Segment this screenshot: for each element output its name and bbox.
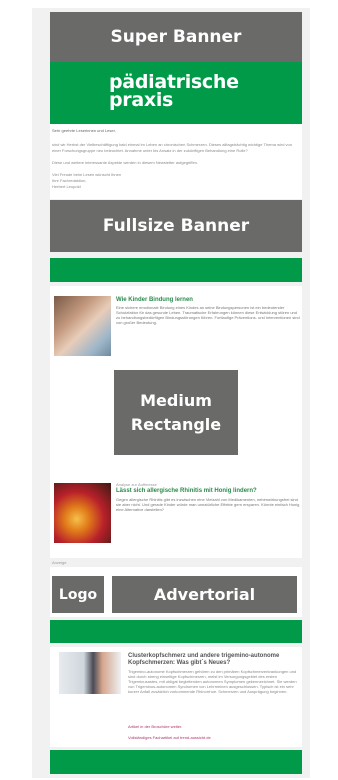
greeting: Sehr geehrte Leserinnen und Leser, [52,128,116,133]
fullsize-banner-ad[interactable]: Fullsize Banner [50,200,302,252]
advertorial-title[interactable]: Clusterkopfschmerz und andere trigemino-… [128,653,300,667]
article2-image[interactable] [54,483,111,543]
advertorial-link-2[interactable]: Vollständiges Fachartikel auf trend-auss… [128,735,300,740]
article2-title[interactable]: Lässt sich allergische Rhinitis mit Honi… [116,488,300,495]
article1-image[interactable] [54,296,111,356]
green-divider-1 [50,258,302,282]
intro-text: sind wir Herbst der Vielbeschäftigung ba… [52,142,292,153]
article2-kicker: Analyse zur Äuffmesse [116,482,157,487]
anzeige-label: Anzeige [52,560,67,565]
intro-text-2: Diese und weitere interessante Aspekte w… [52,160,199,165]
article1-body: Eine sichere emotionale Bindung eines Ki… [116,305,300,325]
advertorial-ad[interactable]: Advertorial [112,576,297,613]
advertorial-body: Trigemino-autonome Kopfschmerzen gehören… [128,669,297,694]
logo-line2: praxis [109,89,174,111]
logo-ad[interactable]: Logo [52,576,104,613]
author: Herbert Leupold [52,184,81,189]
medium-rectangle-ad[interactable]: Medium Rectangle [114,370,238,455]
article1-title[interactable]: Wie Kinder Bindung lernen [116,297,300,304]
green-footer [50,750,302,774]
super-banner-ad[interactable]: Super Banner [50,12,302,62]
green-divider-2 [50,620,302,643]
article2-body: Gegen allergische Rhinitis gibt es inzwi… [116,497,300,512]
brand-logo[interactable]: pädiatrische praxis [109,73,239,111]
advertorial-link-1[interactable]: Artikel in der Broschüre weiter. [128,724,300,729]
advertorial-image[interactable] [59,652,121,694]
